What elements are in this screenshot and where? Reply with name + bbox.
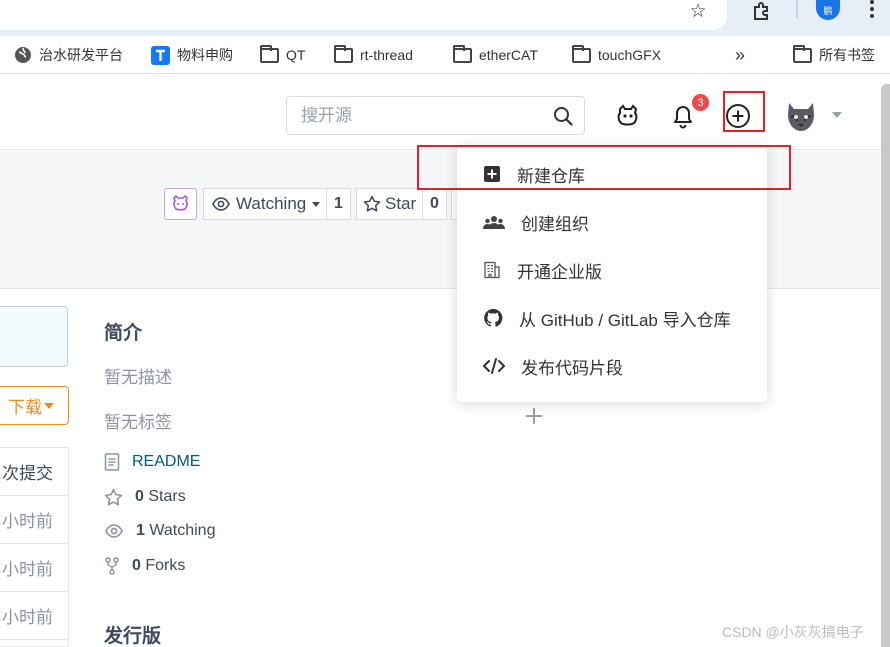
watch-caret-down-icon (312, 201, 321, 207)
bookmark-touchgfx[interactable]: touchGFX (572, 44, 661, 66)
toolbar-divider (796, 0, 798, 18)
search-box (286, 96, 585, 135)
bookmark-label: rt-thread (360, 47, 413, 63)
add-tag-plus-icon[interactable] (524, 406, 544, 426)
stars-stat[interactable]: 0 Stars (104, 485, 186, 509)
gitee-gvp-button[interactable] (164, 188, 197, 220)
list-item[interactable]: 小时前 (0, 496, 69, 544)
folder-icon (260, 44, 279, 63)
star-label: Star (385, 194, 417, 213)
folder-icon (572, 44, 591, 63)
bookmark-label: 物料申购 (177, 47, 233, 63)
download-button[interactable]: 下载 (0, 386, 69, 425)
eye-icon (212, 197, 230, 211)
folder-icon (453, 44, 472, 63)
fork-icon (105, 557, 119, 575)
folder-icon (793, 44, 812, 63)
address-bar[interactable] (0, 0, 727, 30)
bookmark-qt[interactable]: QT (260, 44, 305, 66)
star-icon (363, 195, 381, 212)
tapd-icon (151, 45, 170, 65)
watermark: CSDN @小灰灰搞电子 (722, 624, 864, 640)
commits-label: 次提交 (2, 464, 53, 483)
menu-item-label: 创建组织 (521, 214, 589, 234)
search-icon[interactable] (552, 105, 574, 127)
time-ago: 小时前 (2, 512, 53, 531)
no-description-text: 暂无描述 (104, 368, 172, 387)
code-icon (483, 358, 505, 374)
list-item[interactable]: 小时前 (0, 544, 69, 592)
bookmark-label: QT (286, 47, 306, 63)
commits-count-row[interactable]: 次提交 (0, 448, 69, 496)
create-button-highlight (723, 91, 765, 132)
gitee-mascot-icon[interactable] (613, 100, 643, 130)
menu-item-enterprise[interactable]: 开通企业版 (457, 246, 767, 294)
time-ago: 小时前 (2, 608, 53, 627)
watching-label: Watching (149, 522, 216, 539)
forks-count: 0 (132, 557, 141, 574)
github-icon (484, 308, 503, 327)
stars-label: Stars (148, 488, 186, 505)
bookmark-material[interactable]: 物料申购 (151, 44, 233, 66)
bookmark-zhishui[interactable]: 治水研发平台 (14, 44, 123, 66)
releases-title: 发行版 (104, 626, 162, 647)
bookmark-label: touchGFX (598, 47, 662, 63)
bookmarks-overflow-button[interactable]: » (735, 44, 745, 66)
menu-item-label: 从 GitHub / GitLab 导入仓库 (519, 310, 731, 330)
menu-item-label: 发布代码片段 (521, 358, 623, 378)
forks-stat[interactable]: 0 Forks (104, 554, 185, 578)
watching-stat[interactable]: 1 Watching (104, 519, 215, 543)
menu-item-code-snippet[interactable]: 发布代码片段 (457, 342, 767, 390)
clone-box[interactable] (0, 306, 68, 367)
download-label: 下载 (8, 398, 42, 417)
search-input[interactable] (301, 105, 541, 127)
group-icon (483, 216, 505, 229)
overflow-icon: » (735, 44, 746, 65)
watch-count[interactable]: 1 (327, 188, 351, 220)
chevron-down-icon (44, 402, 54, 409)
readme-label: README (132, 453, 201, 470)
bookmark-star-icon[interactable]: ☆ (684, 0, 712, 22)
bookmarks-bar (0, 36, 890, 74)
scrollbar[interactable] (881, 84, 890, 647)
notification-count-badge: 3 (692, 94, 709, 111)
folder-icon (334, 44, 353, 63)
bookmark-label: etherCAT (479, 47, 538, 63)
building-icon (484, 261, 500, 279)
bookmark-rt-thread[interactable]: rt-thread (334, 44, 413, 66)
star-icon (104, 488, 123, 505)
intro-title: 简介 (104, 323, 143, 344)
watching-count: 1 (136, 522, 145, 539)
menu-item-import-repo[interactable]: 从 GitHub / GitLab 导入仓库 (457, 294, 767, 342)
readme-link[interactable]: README (104, 450, 200, 474)
menu-item-label: 开通企业版 (517, 262, 602, 282)
no-tags-text: 暂无标签 (104, 413, 172, 432)
file-list: 次提交 小时前 小时前 小时前 (0, 447, 69, 647)
time-ago: 小时前 (2, 560, 53, 579)
new-repo-highlight (417, 145, 791, 190)
globe-icon (15, 47, 31, 63)
user-menu-chevron-down-icon[interactable] (832, 112, 842, 118)
browser-menu-icon[interactable] (862, 0, 882, 20)
watch-label: Watching (236, 194, 307, 213)
eye-icon (105, 524, 123, 538)
bookmark-label: 治水研发平台 (39, 47, 123, 63)
star-count[interactable]: 0 (423, 188, 447, 220)
bookmark-all-bookmarks[interactable]: 所有书签 (793, 44, 875, 66)
extensions-icon[interactable] (748, 0, 776, 22)
document-icon (104, 453, 120, 471)
watch-button[interactable]: Watching (203, 188, 327, 220)
user-avatar[interactable] (783, 97, 819, 135)
list-item[interactable]: 小时前 (0, 592, 69, 640)
star-button[interactable]: Star (356, 188, 423, 220)
bookmark-ethercat[interactable]: etherCAT (453, 44, 538, 66)
forks-label: Forks (145, 557, 186, 574)
bookmark-label: 所有书签 (819, 47, 875, 63)
menu-item-create-org[interactable]: 创建组织 (457, 198, 767, 246)
stars-count: 0 (135, 488, 144, 505)
